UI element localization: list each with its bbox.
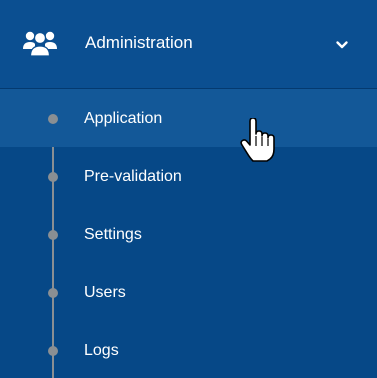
submenu-item-label: Users bbox=[84, 284, 126, 301]
submenu-item-logs[interactable]: Logs bbox=[0, 321, 377, 378]
administration-submenu: Application Pre-validation Settings User… bbox=[0, 89, 377, 378]
sidebar: Administration Application Pre-validatio… bbox=[0, 0, 377, 378]
bullet-icon bbox=[48, 172, 58, 182]
chevron-down-icon[interactable] bbox=[335, 38, 349, 52]
submenu-item-label: Pre-validation bbox=[84, 168, 182, 185]
submenu-item-pre-validation[interactable]: Pre-validation bbox=[0, 147, 377, 205]
bullet-icon bbox=[48, 288, 58, 298]
bullet-icon bbox=[48, 114, 58, 124]
submenu-item-label: Logs bbox=[84, 342, 119, 359]
administration-menu-header[interactable]: Administration bbox=[0, 0, 377, 88]
submenu-item-label: Settings bbox=[84, 226, 142, 243]
bullet-icon bbox=[48, 346, 58, 356]
administration-label: Administration bbox=[85, 33, 193, 52]
submenu-item-application[interactable]: Application bbox=[0, 89, 377, 147]
submenu-item-label: Application bbox=[84, 110, 163, 127]
submenu-item-users[interactable]: Users bbox=[0, 263, 377, 321]
bullet-icon bbox=[48, 230, 58, 240]
submenu-item-settings[interactable]: Settings bbox=[0, 205, 377, 263]
users-icon bbox=[23, 31, 57, 57]
